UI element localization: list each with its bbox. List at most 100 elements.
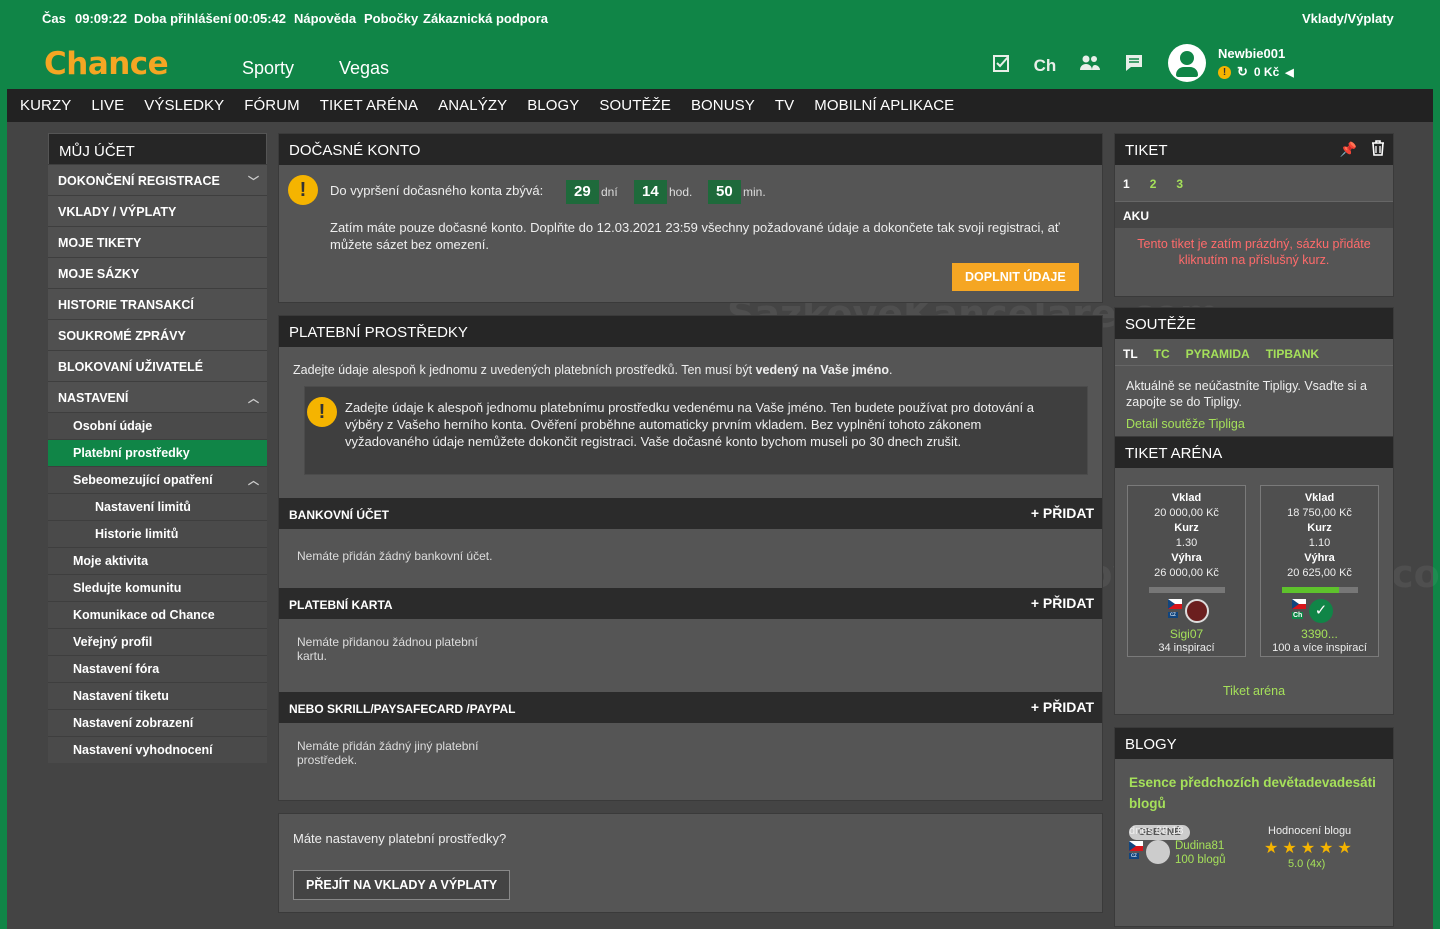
sidebar-item-deposits[interactable]: VKLADY / VÝPLATY bbox=[48, 195, 267, 226]
caret-left-icon[interactable]: ◀ bbox=[1285, 66, 1293, 79]
messages-icon[interactable] bbox=[1121, 53, 1147, 79]
sidebar-item-eval-settings[interactable]: Nastavení vyhodnocení bbox=[48, 736, 267, 763]
sidebar-item-registration[interactable]: DOKONČENÍ REGISTRACE ﹀ bbox=[48, 164, 267, 195]
chevron-down-icon: ﹀ bbox=[248, 176, 259, 188]
user-avatar[interactable] bbox=[1168, 44, 1206, 82]
ch-badge: Ch bbox=[1292, 612, 1304, 619]
ticket-panel: TIKET 📌 1 2 3 AKU Tento tiket je zatím p… bbox=[1114, 133, 1394, 297]
fill-details-button[interactable]: DOPLNIT ÚDAJE bbox=[952, 263, 1079, 291]
sidebar-item-tickets[interactable]: MOJE TIKETY bbox=[48, 226, 267, 257]
sidebar-item-display-settings[interactable]: Nastavení zobrazení bbox=[48, 709, 267, 736]
sidebar-item-public-profile[interactable]: Veřejný profil bbox=[48, 628, 267, 655]
trash-icon[interactable] bbox=[1371, 140, 1385, 160]
star-icon: ★ bbox=[1264, 840, 1279, 857]
contest-tab-tc[interactable]: TC bbox=[1154, 347, 1170, 365]
arena-link[interactable]: Tiket aréna bbox=[1115, 684, 1393, 698]
vegas-link[interactable]: Vegas bbox=[339, 58, 389, 79]
cz-badge: cz bbox=[1129, 853, 1139, 859]
nav-tv[interactable]: TV bbox=[775, 97, 794, 114]
arena-progress-bar bbox=[1148, 587, 1225, 593]
nav-mobilni-aplikace[interactable]: MOBILNÍ APLIKACE bbox=[814, 97, 954, 114]
nav-blogy[interactable]: BLOGY bbox=[527, 97, 579, 114]
star-icon: ★ bbox=[1282, 840, 1297, 857]
arena-inspirations: 100 a více inspirací bbox=[1272, 642, 1367, 654]
top-bar: Čas 09:09:22 Doba přihlášení 00:05:42 Ná… bbox=[0, 0, 1440, 36]
nav-kurzy[interactable]: KURZY bbox=[20, 97, 71, 114]
sidebar-item-forum-settings[interactable]: Nastavení fóra bbox=[48, 655, 267, 682]
add-bank-button[interactable]: + PŘIDAT bbox=[1031, 505, 1094, 521]
sidebar-item-limits[interactable]: Nastavení limitů bbox=[48, 493, 267, 520]
arena-progress-bar bbox=[1281, 587, 1358, 593]
contest-tab-tl[interactable]: TL bbox=[1123, 347, 1138, 365]
arena-card[interactable]: Vklad 20 000,00 Kč Kurz 1.30 Výhra 26 000,0… bbox=[1127, 485, 1246, 657]
sidebar-item-community[interactable]: Sledujte komunitu bbox=[48, 574, 267, 601]
balance-row: ! ↻ 0 Kč ◀ bbox=[1218, 64, 1294, 80]
chevron-up-icon: ︿ bbox=[248, 393, 259, 405]
author-avatar[interactable] bbox=[1146, 840, 1170, 864]
support-link[interactable]: Zákaznická podpora bbox=[423, 11, 548, 26]
nav-bonusy[interactable]: BONUSY bbox=[691, 97, 755, 114]
sidebar-item-limit-history[interactable]: Historie limitů bbox=[48, 520, 267, 547]
help-link[interactable]: Nápověda bbox=[294, 11, 356, 26]
sidebar-item-payments[interactable]: Platební prostředky bbox=[48, 439, 267, 466]
countdown: 29 dní 14 hod. 50 min. bbox=[566, 180, 766, 207]
warning-icon: ! bbox=[307, 397, 337, 427]
arena-user-icons: Ch ✓ bbox=[1261, 599, 1378, 625]
go-to-deposits-button[interactable]: PŘEJÍT NA VKLADY A VÝPLATY bbox=[293, 870, 511, 900]
add-card-button[interactable]: + PŘIDAT bbox=[1031, 595, 1094, 611]
ticket-tab-1[interactable]: 1 bbox=[1123, 177, 1130, 201]
cz-flag-icon bbox=[1129, 841, 1143, 851]
star-icon: ★ bbox=[1319, 840, 1334, 857]
friends-icon[interactable] bbox=[1077, 53, 1103, 79]
sidebar-item-blocked[interactable]: BLOKOVANÍ UŽIVATELÉ bbox=[48, 350, 267, 381]
ticket-tab-2[interactable]: 2 bbox=[1150, 177, 1157, 201]
sidebar-item-history[interactable]: HISTORIE TRANSAKCÍ bbox=[48, 288, 267, 319]
nav-forum[interactable]: FÓRUM bbox=[244, 97, 300, 114]
nav-tiket-arena[interactable]: TIKET ARÉNA bbox=[320, 97, 418, 114]
ticket-aku[interactable]: AKU bbox=[1115, 202, 1393, 228]
username[interactable]: Newbie001 bbox=[1218, 46, 1285, 61]
add-other-button[interactable]: + PŘIDAT bbox=[1031, 699, 1094, 715]
ticket-check-icon[interactable] bbox=[989, 53, 1015, 79]
sporty-link[interactable]: Sporty bbox=[242, 58, 294, 79]
blog-count: 100 blogů bbox=[1175, 854, 1226, 866]
branches-link[interactable]: Pobočky bbox=[364, 11, 418, 26]
chance-logo[interactable]: Chance bbox=[44, 46, 169, 82]
card-header: PLATEBNÍ KARTA + PŘIDAT bbox=[279, 588, 1102, 619]
deposits-link[interactable]: Vklady/Výplaty bbox=[1302, 11, 1394, 26]
arena-card[interactable]: Vklad 18 750,00 Kč Kurz 1.10 Výhra 20 625,0… bbox=[1260, 485, 1379, 657]
contest-tab-pyramida[interactable]: PYRAMIDA bbox=[1186, 347, 1250, 365]
blog-rating-value: 5.0 (4x) bbox=[1288, 858, 1326, 870]
ticket-tab-3[interactable]: 3 bbox=[1176, 177, 1183, 201]
pin-icon[interactable]: 📌 bbox=[1340, 141, 1357, 158]
refresh-icon[interactable]: ↻ bbox=[1237, 64, 1248, 80]
nav-vysledky[interactable]: VÝSLEDKY bbox=[144, 97, 224, 114]
main-column: DOČASNÉ KONTO ! Do vypršení dočasného ko… bbox=[278, 133, 1103, 925]
contests-link[interactable]: Detail soutěže Tipliga bbox=[1115, 410, 1393, 431]
arena-user[interactable]: Sigi07 bbox=[1128, 627, 1245, 641]
blog-date: dnes 08:18 bbox=[1129, 825, 1184, 837]
nav-souteze[interactable]: SOUTĚŽE bbox=[599, 97, 671, 114]
blog-post-title[interactable]: Esence předchozích devětadevadesáti blog… bbox=[1115, 759, 1393, 814]
sidebar-item-communication[interactable]: Komunikace od Chance bbox=[48, 601, 267, 628]
content-area: SazkoveKancelare.com SazkoveKancelare.co… bbox=[7, 122, 1440, 929]
cz-badge: cz bbox=[1168, 612, 1178, 618]
sidebar-item-self-limit[interactable]: Sebeomezující opatření ︿ bbox=[48, 466, 267, 493]
bank-empty: Nemáte přidán žádný bankovní účet. bbox=[297, 549, 493, 563]
sidebar-item-activity[interactable]: Moje aktivita bbox=[48, 547, 267, 574]
nav-analyzy[interactable]: ANALÝZY bbox=[438, 97, 507, 114]
sidebar-item-settings[interactable]: NASTAVENÍ ︿ bbox=[48, 381, 267, 412]
nav-live[interactable]: LIVE bbox=[91, 97, 124, 114]
blog-author[interactable]: Dudina81 bbox=[1175, 840, 1224, 852]
warning-icon: ! bbox=[288, 175, 318, 205]
ticket-title: TIKET 📌 bbox=[1115, 134, 1393, 165]
sidebar-item-bets[interactable]: MOJE SÁZKY bbox=[48, 257, 267, 288]
payments-warning-text: Zadejte údaje k alespoň jednomu platební… bbox=[345, 400, 1034, 449]
arena-user[interactable]: 3390... bbox=[1261, 627, 1378, 641]
sidebar-item-ticket-settings[interactable]: Nastavení tiketu bbox=[48, 682, 267, 709]
ch-icon[interactable]: Ch bbox=[1032, 53, 1058, 79]
sidebar-item-messages[interactable]: SOUKROMÉ ZPRÁVY bbox=[48, 319, 267, 350]
sidebar-item-personal[interactable]: Osobní údaje bbox=[48, 412, 267, 439]
contest-tab-tipbank[interactable]: TIPBANK bbox=[1266, 347, 1319, 365]
contests-title: SOUTĚŽE bbox=[1115, 308, 1393, 339]
